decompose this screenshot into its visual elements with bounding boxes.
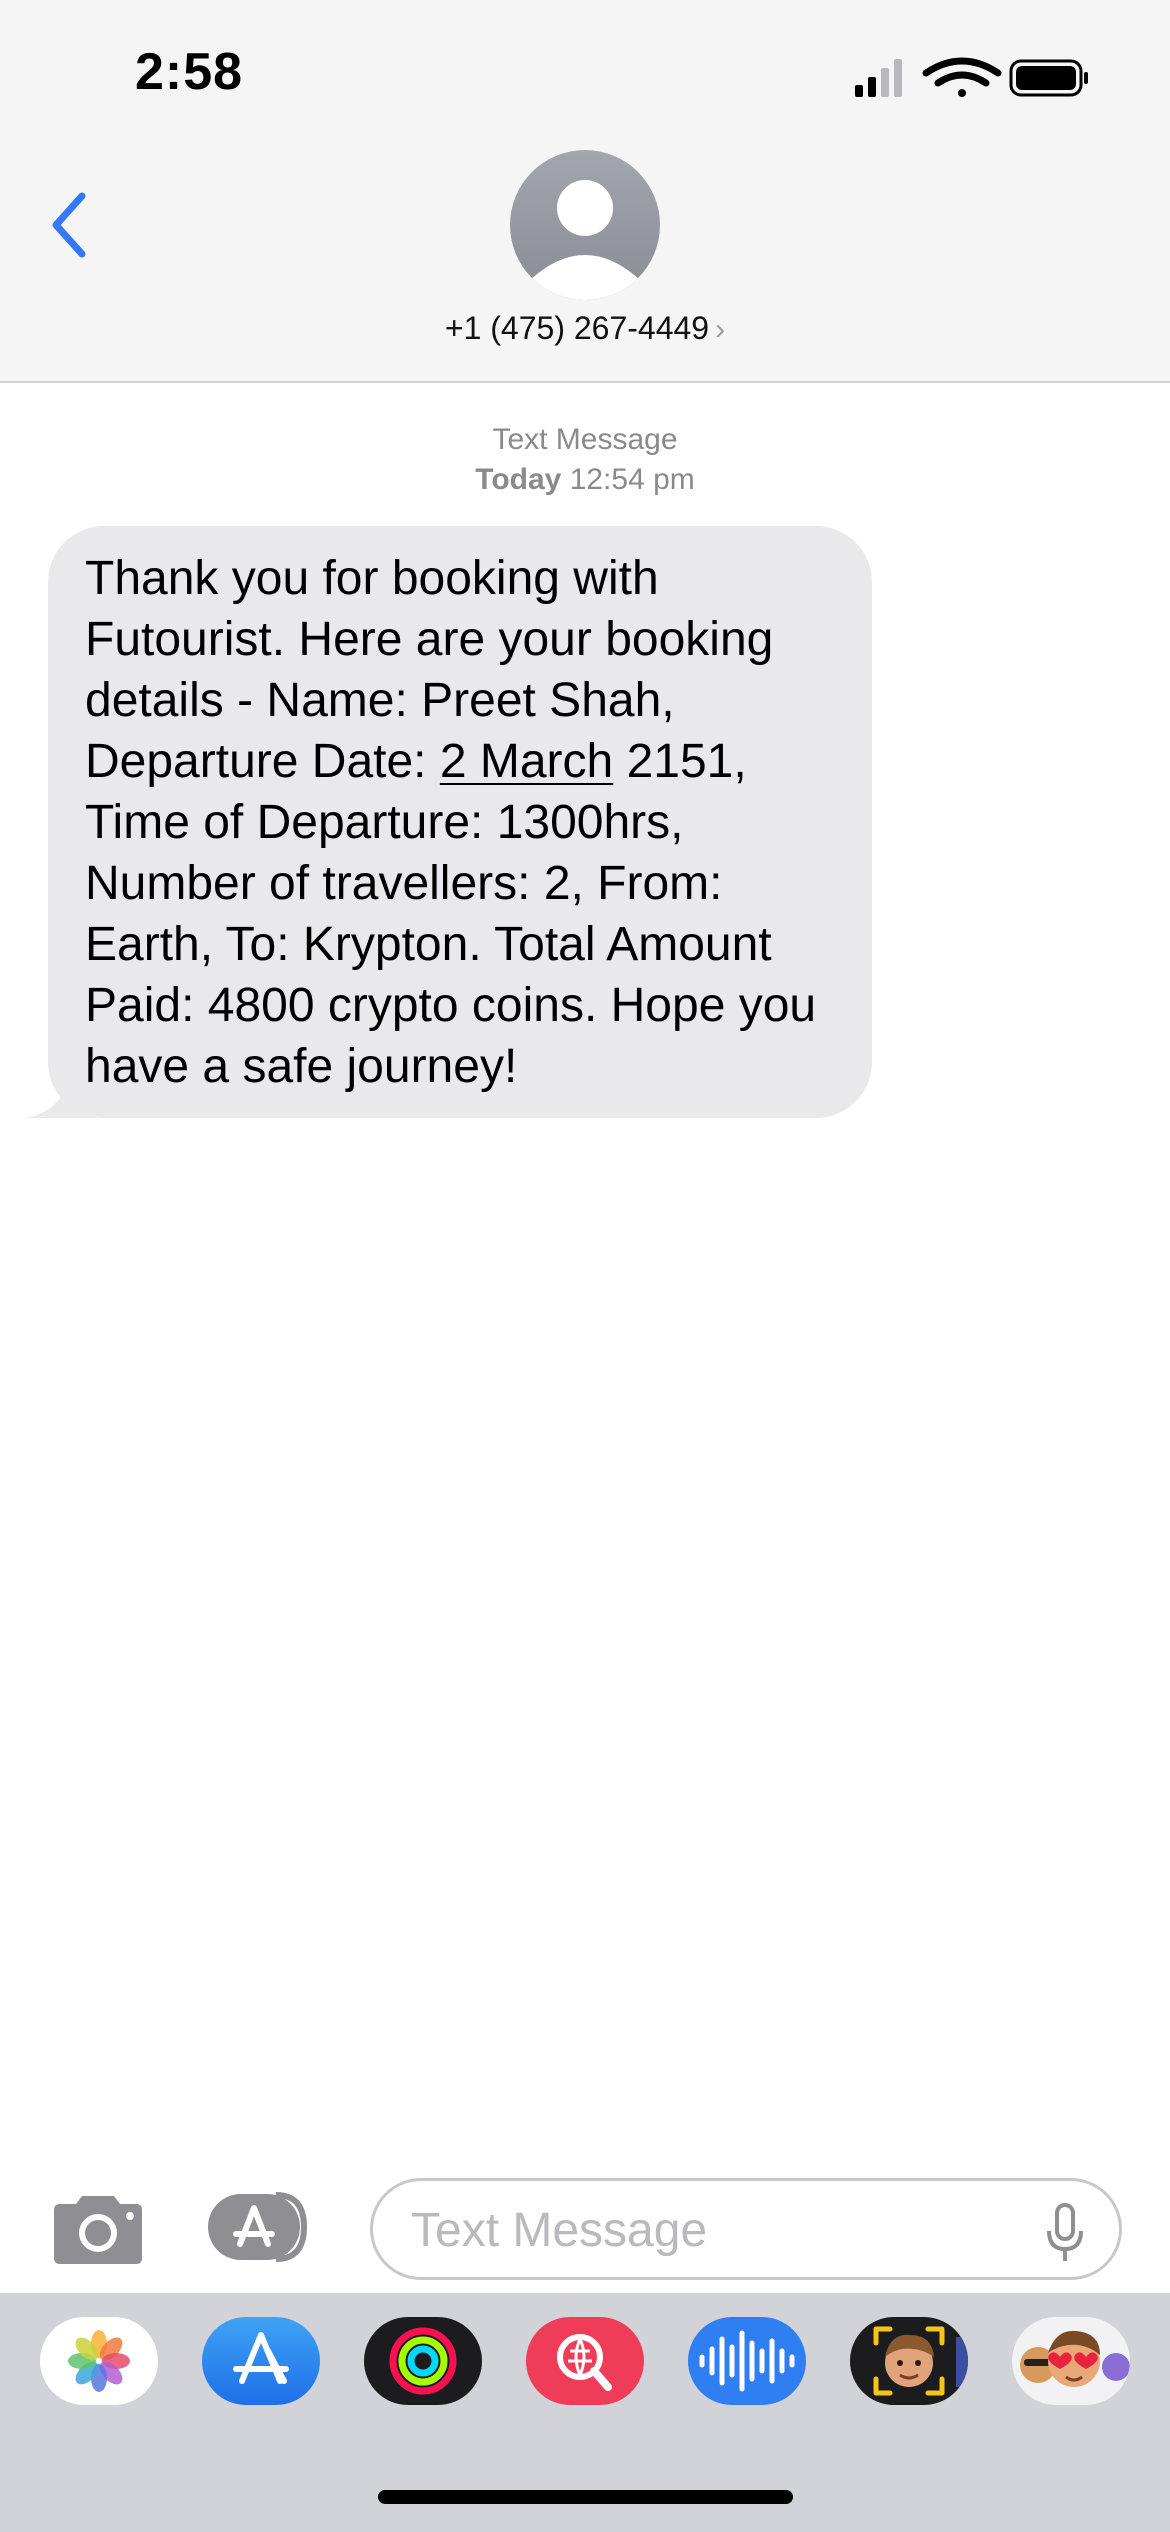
cellular-signal-icon <box>855 59 902 97</box>
message-time: 12:54 pm <box>569 463 695 496</box>
incoming-message-bubble[interactable]: Thank you for booking with Futourist. He… <box>48 526 872 1118</box>
audio-message-icon <box>699 2330 795 2392</box>
camera-button[interactable] <box>52 2190 144 2266</box>
wifi-icon <box>922 57 1002 97</box>
activity-app-button[interactable] <box>364 2317 482 2405</box>
message-date: Today 12:54 pm <box>0 460 1170 500</box>
photos-app-button[interactable] <box>40 2317 158 2405</box>
message-type-label: Text Message <box>492 423 678 456</box>
message-timestamp: Text Message Today 12:54 pm <box>0 420 1170 500</box>
animoji-stickers-icon <box>1020 2330 1130 2387</box>
message-day: Today <box>475 463 562 496</box>
dictation-button[interactable] <box>1045 2203 1085 2263</box>
date-detector-link[interactable]: 2 March <box>440 735 613 788</box>
contact-name: +1 (475) 267-4449 <box>444 310 710 346</box>
photos-icon <box>68 2330 130 2392</box>
message-input[interactable] <box>409 2195 1013 2265</box>
activity-icon <box>389 2327 457 2395</box>
contact-avatar[interactable] <box>510 150 660 300</box>
apps-button[interactable] <box>206 2192 321 2262</box>
person-icon <box>530 180 640 300</box>
chevron-right-icon: › <box>715 313 726 346</box>
images-search-icon <box>557 2334 612 2391</box>
app-store-icon <box>233 2332 289 2384</box>
app-store-app-button[interactable] <box>202 2317 320 2405</box>
back-button[interactable] <box>40 180 100 270</box>
memoji-app-button[interactable] <box>850 2317 968 2405</box>
battery-icon <box>1009 59 1088 97</box>
audio-message-app-button[interactable] <box>688 2317 806 2405</box>
animoji-stickers-app-button[interactable] <box>1012 2317 1130 2405</box>
memoji-icon <box>873 2326 968 2396</box>
microphone-icon <box>1047 2203 1083 2261</box>
camera-icon <box>54 2196 142 2264</box>
home-indicator[interactable] <box>378 2490 793 2504</box>
images-search-app-button[interactable] <box>526 2317 644 2405</box>
status-icons <box>850 55 1090 101</box>
message-input-field[interactable] <box>370 2178 1122 2280</box>
chevron-left-icon <box>52 192 86 258</box>
app-store-icon <box>208 2192 308 2262</box>
status-time: 2:58 <box>135 43 244 101</box>
conversation-header: 2:58 +1 (475) 267-4449 › <box>0 0 1170 383</box>
message-text-part2: 2151, Time of Departure: 1300hrs, Number… <box>85 735 817 1093</box>
contact-name-button[interactable]: +1 (475) 267-4449 › <box>0 310 1170 347</box>
composer-bar <box>0 2170 1170 2290</box>
